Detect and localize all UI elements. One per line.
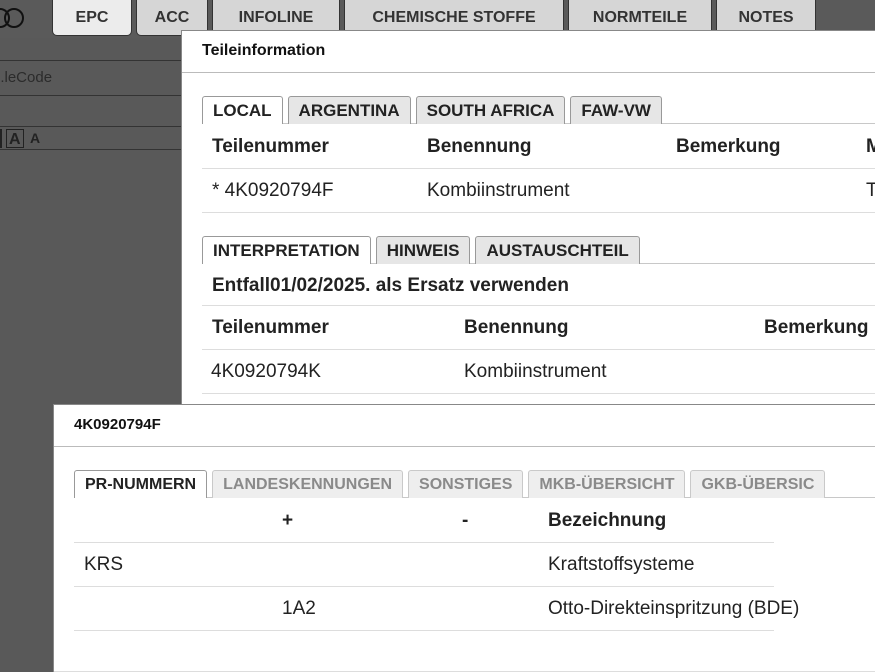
tab-austauschteil[interactable]: AUSTAUSCHTEIL	[475, 236, 640, 264]
tab-hinweis[interactable]: HINWEIS	[375, 236, 471, 264]
table-row[interactable]: KRS Kraftstoffsysteme	[74, 543, 774, 587]
replacement-table-header: Teilenummer Benennung Bemerkung	[202, 306, 875, 350]
part-detail-tab-bar: PR-NUMMERN LANDESKENNUNGEN SONSTIGES MKB…	[74, 470, 875, 498]
cell-plus: 1A2	[282, 598, 316, 619]
tab-sonstiges[interactable]: SONSTIGES	[408, 470, 524, 498]
table-row[interactable]: * 4K0920794F Kombiinstrument T	[202, 169, 875, 213]
font-decrease-icon[interactable]: A	[30, 129, 40, 148]
cell-benennung: Kombiinstrument	[427, 180, 570, 201]
parts-table-header: Teilenummer Benennung Bemerkung M	[202, 125, 875, 169]
part-detail-title: 4K0920794F	[54, 405, 875, 447]
tab-epc[interactable]: EPC	[52, 0, 132, 36]
font-increase-icon[interactable]: A	[6, 129, 24, 148]
col-bemerkung: Bemerkung	[676, 136, 781, 157]
tab-gkb-uebersicht[interactable]: GKB-ÜBERSIC	[690, 470, 826, 498]
entfall-note-row: Entfall01/02/2025. als Ersatz verwenden	[202, 265, 875, 306]
market-tab-bar: LOCAL ARGENTINA SOUTH AFRICA FAW-VW	[202, 96, 875, 124]
col-bemerkung: Bemerkung	[764, 317, 869, 338]
cell-bezeichnung: Otto-Direkteinspritzung (BDE)	[548, 598, 800, 619]
tab-interpretation[interactable]: INTERPRETATION	[202, 236, 371, 264]
cell-benennung: Kombiinstrument	[464, 361, 607, 382]
cell-teilenummer: * 4K0920794F	[212, 180, 334, 201]
col-bezeichnung: Bezeichnung	[548, 510, 667, 531]
info-tab-bar: INTERPRETATION HINWEIS AUSTAUSCHTEIL	[202, 236, 875, 264]
col-m: M	[866, 136, 875, 157]
table-row[interactable]: 1A2 Otto-Direkteinspritzung (BDE)	[74, 587, 799, 631]
col-minus: -	[462, 510, 469, 531]
tab-pr-nummern[interactable]: PR-NUMMERN	[74, 470, 208, 498]
col-teilenummer: Teilenummer	[212, 136, 329, 157]
cell-bezeichnung: Kraftstoffsysteme	[548, 554, 695, 575]
audi-rings-logo-icon	[0, 8, 30, 32]
code-field-placeholder: ...leCode	[0, 69, 53, 86]
tab-mkb-uebersicht[interactable]: MKB-ÜBERSICHT	[528, 470, 686, 498]
col-benennung: Benennung	[464, 317, 569, 338]
tab-local[interactable]: LOCAL	[202, 96, 283, 124]
entfall-note: Entfall01/02/2025. als Ersatz verwenden	[212, 275, 569, 296]
pr-table-header: + - Bezeichnung	[74, 499, 774, 543]
tab-landeskennungen[interactable]: LANDESKENNUNGEN	[212, 470, 404, 498]
table-row[interactable]: 4K0920794K Kombiinstrument	[202, 350, 875, 394]
teileinformation-title: Teileinformation	[182, 31, 875, 73]
tab-faw-vw[interactable]: FAW-VW	[570, 96, 662, 124]
col-teilenummer: Teilenummer	[212, 317, 329, 338]
tab-argentina[interactable]: ARGENTINA	[287, 96, 411, 124]
col-plus: +	[282, 510, 294, 531]
col-benennung: Benennung	[427, 136, 532, 157]
cell-code: KRS	[84, 554, 124, 575]
tab-south-africa[interactable]: SOUTH AFRICA	[415, 96, 566, 124]
font-size-toolbar: A A	[0, 126, 182, 150]
background-code-field[interactable]: ...leCode	[0, 60, 182, 96]
cell-m: T	[866, 180, 875, 201]
cell-teilenummer: 4K0920794K	[211, 361, 321, 382]
teileinformation-panel: Teileinformation LOCAL ARGENTINA SOUTH A…	[181, 30, 875, 410]
part-detail-panel: 4K0920794F PR-NUMMERN LANDESKENNUNGEN SO…	[53, 404, 875, 672]
toolbar-edge	[0, 129, 4, 148]
